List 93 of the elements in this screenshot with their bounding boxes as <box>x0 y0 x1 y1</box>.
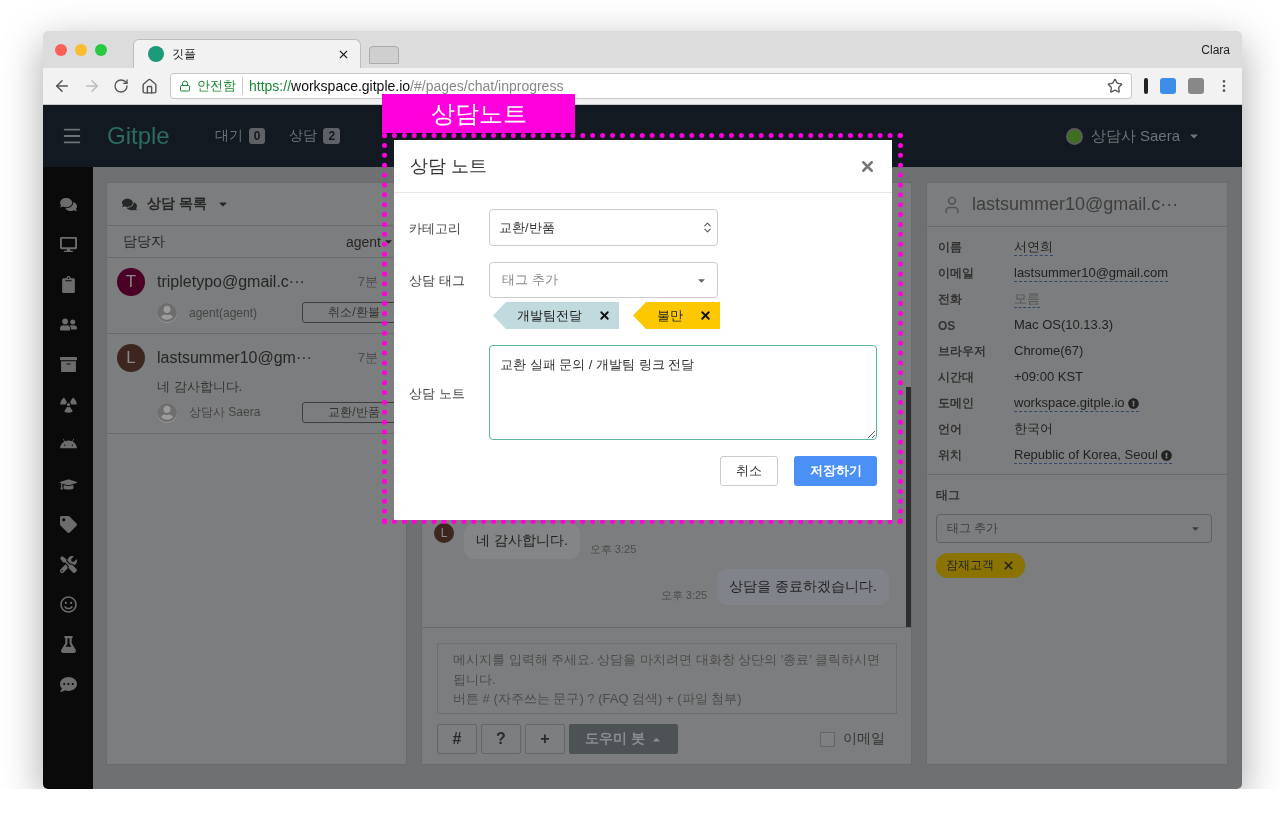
field-value: Mac OS(10.13.3) <box>1014 317 1113 334</box>
tools-icon[interactable] <box>59 556 77 573</box>
address-bar[interactable]: 안전함 https://workspace.gitple.io/#/pages/chat/inprogress <box>170 73 1132 99</box>
customer-tag: 잠재고객 <box>936 553 1025 578</box>
up-down-arrows-icon <box>701 221 714 234</box>
radiation-icon[interactable] <box>59 396 77 413</box>
chat-bubbles-icon[interactable] <box>59 196 77 213</box>
annotation-label: 상담노트 <box>382 94 575 133</box>
nav-item[interactable]: 상담 2 <box>289 127 341 145</box>
dialog-title: 상담 노트 <box>410 155 487 178</box>
category-select[interactable]: 교환/반품 <box>489 209 718 246</box>
customer-name: lastsummer10@gm··· <box>157 349 313 367</box>
customer-name: tripletypo@gmail.c··· <box>157 273 306 291</box>
back-icon[interactable] <box>53 77 71 95</box>
customer-email-title: lastsummer10@gmail.c··· <box>972 194 1179 215</box>
checkbox-label: 이메일 <box>843 730 885 748</box>
info-icon <box>1160 449 1172 461</box>
field-value[interactable]: workspace.gitple.io <box>1014 395 1139 412</box>
consult-tag: 불만 <box>633 302 720 329</box>
field-label: 이메일 <box>938 265 975 282</box>
home-icon[interactable] <box>141 77 158 95</box>
flask-icon[interactable] <box>59 636 77 653</box>
agent-avatar-icon <box>157 302 177 323</box>
panel-title[interactable]: 상담 목록 <box>147 195 207 213</box>
field-value: +09:00 KST <box>1014 369 1084 386</box>
graduation-cap-icon[interactable] <box>59 476 77 493</box>
field-value: 한국어 <box>1014 421 1053 438</box>
field-label: 언어 <box>938 421 963 438</box>
site-favicon-icon <box>148 46 164 62</box>
profile-name: Clara <box>1201 42 1230 57</box>
drawer-icon[interactable] <box>59 356 77 373</box>
tag-select[interactable]: 태그 추가 <box>489 262 718 298</box>
tool-button[interactable]: ? <box>481 724 521 754</box>
field-label: 상담 노트 <box>409 385 466 403</box>
save-button[interactable]: 저장하기 <box>794 456 877 486</box>
field-label: 시간대 <box>938 369 975 386</box>
agent-avatar-icon <box>157 402 177 423</box>
field-label: 전화 <box>938 291 963 308</box>
consult-tag: 개발팀전달 <box>493 302 619 329</box>
section-label: 태그 <box>936 487 961 504</box>
filter-dropdown[interactable]: agent <box>345 233 394 250</box>
security-label: 안전함 <box>197 77 243 95</box>
url-text: https://workspace.gitple.io/#/pages/chat/inprogress <box>249 78 565 94</box>
count-badge: 0 <box>248 128 266 144</box>
email-checkbox[interactable] <box>820 731 835 747</box>
agent-name: 상담사 Saera <box>189 404 262 421</box>
status-dot <box>1065 127 1083 145</box>
browser-tab[interactable]: 깃플 <box>133 39 361 68</box>
avatar: L <box>434 523 454 543</box>
field-label: 상담 태그 <box>409 272 466 290</box>
user-icon <box>942 194 962 215</box>
monitor-icon[interactable] <box>59 236 77 253</box>
field-label: 브라우저 <box>938 343 987 360</box>
field-value[interactable]: lastsummer10@gmail.com <box>1014 265 1169 282</box>
field-label: 도메인 <box>938 395 975 412</box>
field-value[interactable]: Republic of Korea, Seoul <box>1014 447 1172 464</box>
field-label: 이름 <box>938 239 963 256</box>
note-textarea[interactable]: 교환 실패 문의 / 개발팀 링크 전달 <box>489 345 877 440</box>
filter-label: 담당자 <box>123 232 165 251</box>
gitple-logo: Gitple <box>107 122 170 150</box>
message-bubble: 네 감사합니다. <box>464 523 580 559</box>
tag-dropdown[interactable]: 태그 추가 <box>936 514 1212 543</box>
remove-icon[interactable] <box>598 309 611 322</box>
reload-icon[interactable] <box>113 78 129 94</box>
field-label: 카테고리 <box>409 220 462 238</box>
info-icon <box>1127 397 1139 409</box>
agent-name[interactable]: 상담사 Saera <box>1090 126 1180 146</box>
avatar: T <box>117 268 145 296</box>
field-label: 위치 <box>938 447 963 464</box>
field-value[interactable]: 서연희 <box>1014 239 1053 256</box>
chat-bubbles-icon <box>122 196 137 212</box>
nav-item[interactable]: 대기 0 <box>214 127 266 145</box>
cancel-button[interactable]: 취소 <box>720 456 778 486</box>
people-icon[interactable] <box>59 316 77 333</box>
avatar: L <box>117 344 145 372</box>
message-bubble: 상담을 종료하겠습니다. <box>717 569 889 605</box>
field-label: OS <box>938 318 957 333</box>
field-value: Chrome(67) <box>1014 343 1084 360</box>
count-badge: 2 <box>323 128 341 144</box>
clipboard-icon[interactable] <box>59 276 77 293</box>
helper-bot-button[interactable]: 도우미 봇 <box>569 724 678 754</box>
smiley-icon[interactable] <box>59 596 77 613</box>
bookmark-star-icon[interactable] <box>1107 78 1123 94</box>
tag-icon[interactable] <box>59 516 77 533</box>
agent-name: agent(agent) <box>189 305 259 320</box>
last-message: 네 감사합니다. <box>156 378 244 396</box>
remove-icon[interactable] <box>699 309 712 322</box>
close-window-button[interactable] <box>55 43 67 56</box>
tool-button[interactable]: + <box>525 724 565 754</box>
comment-icon[interactable] <box>59 676 77 693</box>
lock-icon <box>179 80 191 92</box>
tool-button[interactable]: # <box>437 724 477 754</box>
scrollbar[interactable] <box>906 387 911 627</box>
